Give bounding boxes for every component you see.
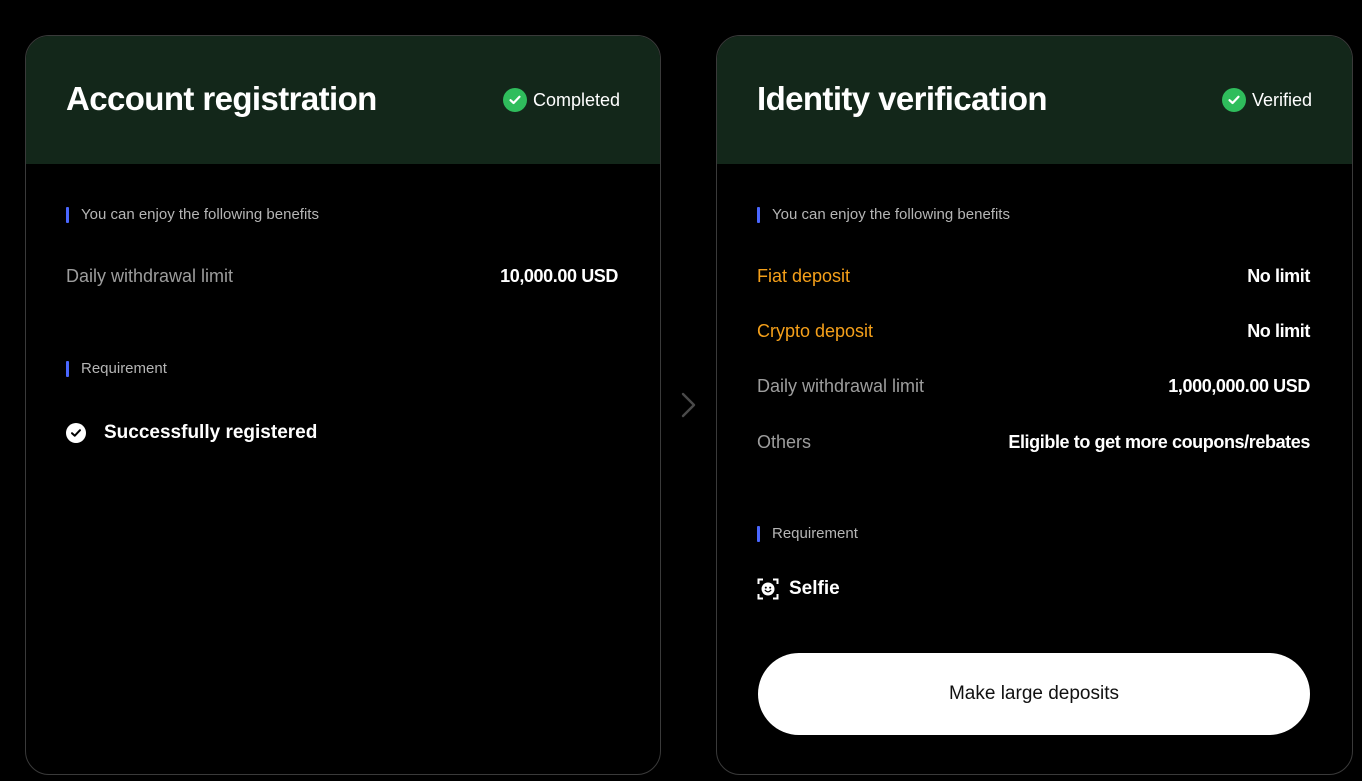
benefits-heading: You can enjoy the following benefits [66,206,319,223]
benefit-value: 10,000.00 USD [500,266,618,286]
requirement-item: Successfully registered [66,422,317,444]
requirement-heading-text: Requirement [772,525,858,542]
card-header: Account registration Completed [26,36,660,164]
benefit-value: No limit [1247,321,1310,341]
benefit-row-fiat-deposit: Fiat deposit No limit [757,266,1310,287]
check-circle-icon [502,88,527,112]
benefit-value: No limit [1247,266,1310,286]
card-header: Identity verification Verified [717,36,1352,164]
status-badge: Completed [502,88,620,112]
benefit-row: Daily withdrawal limit 10,000.00 USD [66,266,618,287]
benefit-row-crypto-deposit: Crypto deposit No limit [757,321,1310,342]
benefit-label: Crypto deposit [757,321,874,341]
accent-bar [66,206,69,223]
status-text: Verified [1251,89,1312,110]
accent-bar [757,525,760,542]
benefits-heading-text: You can enjoy the following benefits [81,206,319,223]
make-large-deposits-button[interactable]: Make large deposits [758,653,1310,735]
chevron-right-icon [681,392,696,418]
identity-verification-card: Identity verification Verified You can e… [716,35,1353,775]
benefit-value: Eligible to get more coupons/rebates [1008,432,1310,452]
card-title: Account registration [66,80,377,117]
benefit-row-withdrawal-limit: Daily withdrawal limit 1,000,000.00 USD [757,376,1310,397]
requirement-heading-text: Requirement [81,360,167,377]
card-title: Identity verification [757,80,1048,117]
account-registration-card: Account registration Completed You can e… [25,35,661,775]
benefit-value: 1,000,000.00 USD [1168,376,1310,396]
status-text: Completed [532,89,620,110]
check-circle-icon [1221,88,1246,112]
accent-bar [757,206,760,223]
benefits-heading: You can enjoy the following benefits [757,206,1010,223]
selfie-icon [757,578,779,600]
requirement-heading: Requirement [757,525,858,542]
benefit-row-others: Others Eligible to get more coupons/reba… [757,432,1310,453]
check-circle-icon [66,423,86,443]
requirement-text: Successfully registered [104,422,318,443]
status-badge: Verified [1221,88,1312,112]
kyc-levels: Account registration Completed You can e… [0,0,1362,781]
benefits-heading-text: You can enjoy the following benefits [772,206,1010,223]
benefit-label: Daily withdrawal limit [757,376,925,396]
benefit-label: Fiat deposit [757,266,851,286]
requirement-text: Selfie [789,578,840,599]
benefit-label: Daily withdrawal limit [66,266,234,286]
requirement-item: Selfie [757,578,840,600]
benefit-label: Others [757,432,812,452]
requirement-heading: Requirement [66,360,167,377]
accent-bar [66,360,69,377]
